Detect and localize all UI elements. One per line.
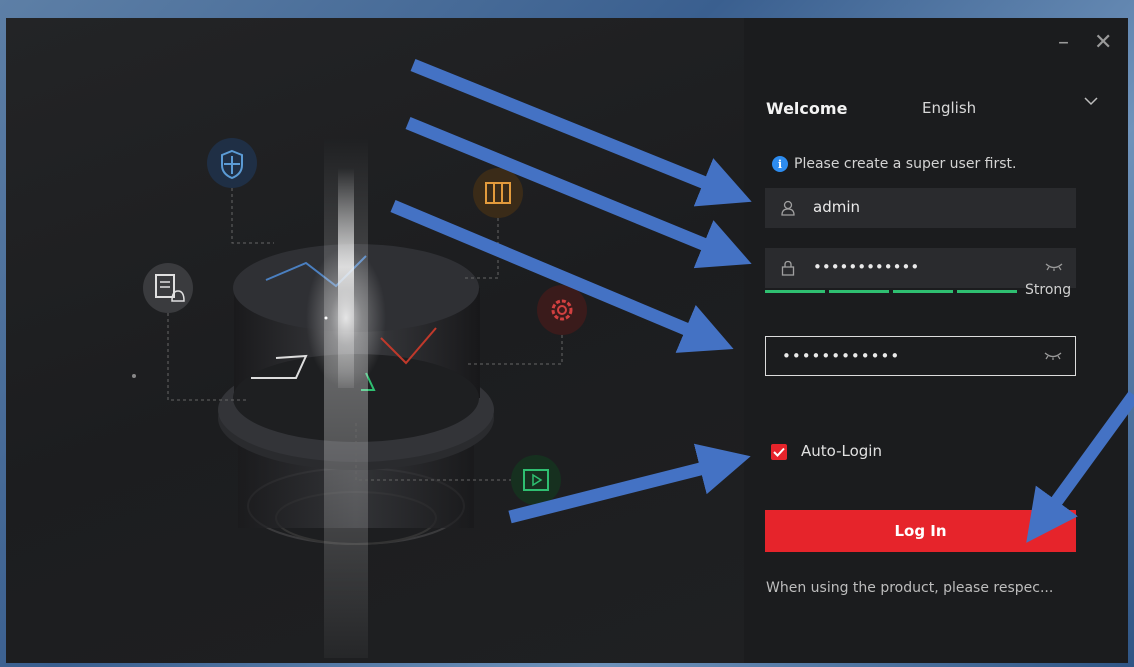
user-icon (781, 200, 795, 216)
lock-icon (781, 260, 795, 276)
welcome-title: Welcome (766, 99, 848, 118)
password-input[interactable] (813, 248, 1033, 286)
gear-icon (537, 285, 587, 335)
eye-closed-icon[interactable] (1043, 351, 1063, 361)
username-field[interactable] (765, 188, 1076, 228)
strength-bar-2 (829, 290, 889, 293)
strength-bar-1 (765, 290, 825, 293)
footer-notice[interactable]: When using the product, please respec... (766, 580, 1053, 596)
product-illustration (132, 138, 587, 658)
eye-closed-icon[interactable] (1044, 262, 1064, 272)
minimize-button[interactable]: – (1058, 32, 1069, 54)
language-select[interactable]: English (922, 99, 976, 117)
notice-text: Please create a super user first. (794, 156, 1017, 172)
auto-login-checkbox[interactable] (771, 444, 787, 460)
strength-bar-3 (893, 290, 953, 293)
confirm-password-input[interactable] (782, 337, 1002, 375)
strength-label: Strong (1025, 282, 1072, 298)
shield-icon (207, 138, 257, 188)
info-icon: i (772, 156, 788, 172)
close-button[interactable]: ✕ (1094, 32, 1112, 54)
notice-message: i Please create a super user first. (772, 156, 1016, 172)
username-input[interactable] (813, 188, 1033, 226)
document-alarm-icon (143, 263, 193, 313)
strength-bar-4 (957, 290, 1017, 293)
auto-login-label[interactable]: Auto-Login (801, 442, 882, 460)
checkmark-icon (773, 447, 785, 457)
confirm-password-field[interactable] (765, 336, 1076, 376)
login-button[interactable]: Log In (765, 510, 1076, 552)
map-icon (473, 168, 523, 218)
video-icon (511, 455, 561, 505)
chevron-down-icon[interactable] (1083, 94, 1099, 108)
